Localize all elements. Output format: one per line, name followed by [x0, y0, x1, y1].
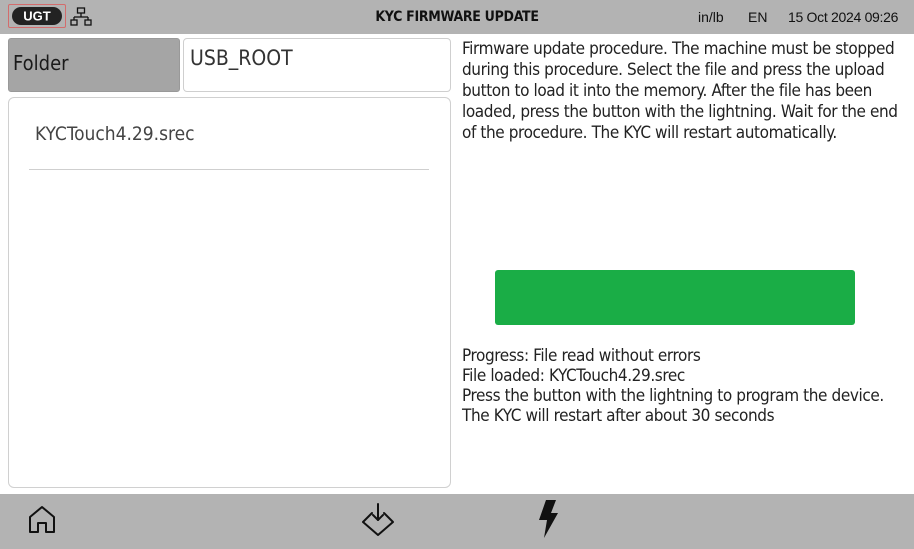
file-name: KYCTouch4.29.srec — [35, 123, 195, 145]
list-item[interactable]: KYCTouch4.29.srec — [29, 116, 429, 170]
status-line: Press the button with the lightning to p… — [462, 386, 884, 406]
file-list[interactable]: KYCTouch4.29.srec — [8, 97, 451, 488]
upload-icon — [360, 502, 396, 541]
status-line: Progress: File read without errors — [462, 346, 701, 366]
lightning-icon — [537, 499, 559, 544]
upload-button[interactable] — [348, 494, 408, 549]
folder-value: USB_ROOT — [190, 46, 293, 70]
datetime-display: 15 Oct 2024 09:26 — [788, 9, 899, 25]
folder-selector[interactable]: USB_ROOT — [183, 38, 451, 92]
program-button[interactable] — [518, 494, 578, 549]
status-line: The KYC will restart after about 30 seco… — [462, 406, 775, 426]
instructions-text: Firmware update procedure. The machine m… — [462, 39, 898, 143]
units-indicator[interactable]: in/lb — [698, 0, 724, 34]
bottom-toolbar — [0, 494, 914, 549]
status-panel: Progress: File read without errors File … — [462, 346, 902, 426]
language-indicator[interactable]: EN — [748, 0, 767, 34]
top-bar: UGT KYC FIRMWARE UPDATE in/lb EN 15 Oct … — [0, 0, 914, 34]
folder-label-box: Folder — [8, 38, 180, 92]
progress-fill — [495, 270, 855, 325]
progress-bar — [495, 270, 855, 325]
status-line: File loaded: KYCTouch4.29.srec — [462, 366, 685, 386]
home-icon — [26, 503, 58, 540]
folder-label: Folder — [13, 51, 69, 75]
page-title: KYC FIRMWARE UPDATE — [375, 9, 539, 25]
home-button[interactable] — [12, 494, 72, 549]
